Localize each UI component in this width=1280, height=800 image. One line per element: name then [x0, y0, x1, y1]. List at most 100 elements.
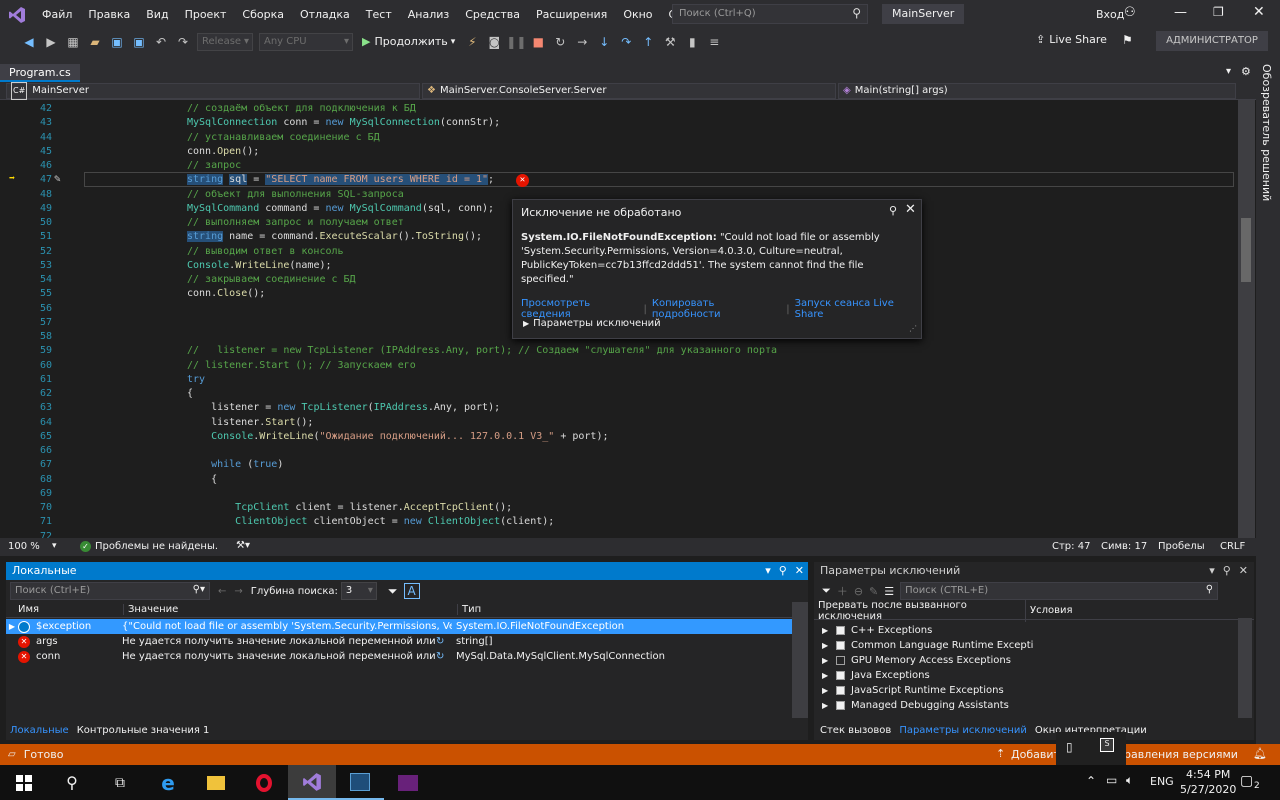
platform-select[interactable]: Any CPU	[259, 32, 353, 51]
screenshot-icon[interactable]: ◙	[485, 33, 503, 51]
exception-category[interactable]: ▶ Java Exceptions	[814, 668, 1254, 683]
menu-item[interactable]: Вид	[138, 0, 176, 29]
close-popup-button[interactable]: ✕	[905, 202, 916, 217]
zoom-dropdown-icon[interactable]: ▾	[52, 541, 57, 551]
search-icon[interactable]: ⚲	[48, 765, 96, 800]
file-explorer-icon[interactable]	[192, 765, 240, 800]
category-checkbox[interactable]	[836, 641, 845, 650]
remove-icon[interactable]: ⊖	[854, 585, 863, 598]
terminal-icon[interactable]	[384, 765, 432, 800]
exception-category[interactable]: ▶ GPU Memory Access Exceptions	[814, 653, 1254, 668]
opera-icon[interactable]	[240, 765, 288, 800]
menu-item[interactable]: Окно	[615, 0, 660, 29]
solution-explorer-tab[interactable]: Обозреватель решений	[1260, 64, 1273, 201]
bookmark-icon[interactable]: ▮	[683, 33, 701, 51]
code-line[interactable]: 60 // listener.Start (); // Запускаем его	[0, 359, 1230, 373]
resize-grip-icon[interactable]: ⋰	[909, 324, 917, 333]
continue-button[interactable]: ▶ Продолжить ▾	[362, 35, 455, 48]
code-line[interactable]: 43 MySqlConnection conn = new MySqlConnec…	[0, 116, 1230, 130]
gear-icon[interactable]: ⚙	[1241, 65, 1251, 78]
add-to-source-control-icon[interactable]: ⇡	[996, 747, 1005, 760]
code-line[interactable]: 69	[0, 487, 1230, 501]
code-line[interactable]: 70 TcpClient client = listener.AcceptTcp…	[0, 501, 1230, 515]
code-line[interactable]: 71 ClientObject clientObject = new Clien…	[0, 515, 1230, 529]
tray-chevron-icon[interactable]: ⌃	[1086, 774, 1096, 788]
code-line[interactable]: 61 try	[0, 373, 1230, 387]
search-back-icon[interactable]: ←	[218, 586, 226, 597]
code-line[interactable]: 63 listener = new TcpListener(IPAddress.…	[0, 401, 1230, 415]
zoom-level[interactable]: 100 %	[8, 541, 40, 552]
maximize-button[interactable]: ❐	[1213, 5, 1224, 19]
new-project-icon[interactable]: ▦	[64, 33, 82, 51]
live-share-session-link[interactable]: Запуск сеанса Live Share	[795, 298, 921, 320]
save-icon[interactable]: ▣	[108, 33, 126, 51]
exception-category[interactable]: ▶ Managed Debugging Assistants	[814, 698, 1254, 713]
editor-vertical-scrollbar[interactable]	[1238, 100, 1255, 538]
list-icon[interactable]: ☰	[884, 585, 894, 598]
task-view-icon[interactable]: ⧉	[96, 765, 144, 800]
clock-date[interactable]: 5/27/2020	[1180, 783, 1236, 796]
hot-reload-icon[interactable]: ⚡	[463, 33, 481, 51]
column-break-header[interactable]: Прервать после вызванного исключения	[814, 599, 1026, 622]
expand-triangle-icon[interactable]: ▶	[822, 623, 836, 638]
locals-search-box[interactable]: Поиск (Ctrl+E) ⚲▾	[10, 582, 210, 600]
forward-icon[interactable]: ▶	[42, 33, 60, 51]
exception-settings-expander[interactable]: ▶ Параметры исключений	[523, 318, 661, 329]
tab-dropdown-icon[interactable]: ▾	[1226, 66, 1231, 77]
comment-icon[interactable]: ≡	[705, 33, 723, 51]
tab-exception-settings[interactable]: Параметры исключений	[899, 725, 1027, 736]
app-tray-icon[interactable]: S	[1100, 738, 1114, 752]
code-line[interactable]: 64 listener.Start();	[0, 416, 1230, 430]
save-all-icon[interactable]: ▣	[130, 33, 148, 51]
clipboard-icon[interactable]: ▯	[1066, 740, 1073, 754]
column-name-header[interactable]: Имя	[6, 604, 124, 615]
stop-icon[interactable]: ■	[529, 33, 547, 51]
code-line[interactable]: 62 {	[0, 387, 1230, 401]
configuration-select[interactable]: Release	[197, 32, 253, 51]
language-indicator[interactable]: ENG	[1150, 775, 1174, 788]
windows-start-icon[interactable]	[0, 765, 48, 800]
diagnostic-icon[interactable]: ⚒	[661, 33, 679, 51]
code-line[interactable]: 42 // создаём объект для подключения к БД	[0, 102, 1230, 116]
solution-explorer-rail[interactable]: Обозреватель решений	[1256, 54, 1280, 744]
string-format-icon[interactable]: A	[403, 583, 420, 599]
account-icon[interactable]: ⚇	[1124, 5, 1136, 20]
menu-item[interactable]: Сборка	[234, 0, 292, 29]
refresh-icon[interactable]: ↻	[436, 634, 452, 649]
view-details-link[interactable]: Просмотреть сведения	[521, 298, 639, 320]
search-icon[interactable]: ⚲	[1206, 584, 1213, 595]
locals-scrollbar[interactable]	[792, 602, 808, 718]
pause-icon[interactable]: ❚❚	[506, 33, 526, 51]
search-input[interactable]: Поиск (Ctrl+Q)	[679, 8, 756, 19]
expand-triangle-icon[interactable]: ▶	[822, 683, 836, 698]
search-box[interactable]: Поиск (Ctrl+Q) ⚲	[672, 4, 868, 24]
pin-icon[interactable]: ⚲	[889, 204, 897, 217]
expand-triangle-icon[interactable]: ▶	[822, 668, 836, 683]
column-type-header[interactable]: Тип	[458, 604, 481, 615]
class-dropdown[interactable]: ❖ MainServer.ConsoleServer.Server	[422, 83, 836, 99]
volume-icon[interactable]: 🔈︎	[1126, 773, 1133, 788]
exception-category[interactable]: ▶ C++ Exceptions	[814, 623, 1254, 638]
category-checkbox[interactable]	[836, 671, 845, 680]
copy-details-link[interactable]: Копировать подробности	[652, 298, 781, 320]
expand-triangle-icon[interactable]: ▶	[822, 698, 836, 713]
tab-locals[interactable]: Локальные	[6, 725, 69, 736]
restart-icon[interactable]: ↻	[551, 33, 569, 51]
back-icon[interactable]: ◀	[20, 33, 38, 51]
exception-category[interactable]: ▶ JavaScript Runtime Exceptions	[814, 683, 1254, 698]
step-over-icon[interactable]: ↷	[617, 33, 635, 51]
expand-triangle-icon[interactable]: ▶	[822, 653, 836, 668]
table-row[interactable]: ▶ $exception {"Could not load file or as…	[6, 619, 808, 634]
code-cleanup-icon[interactable]: ⚒▾	[236, 540, 250, 551]
feedback-icon[interactable]: ⚑	[1122, 33, 1133, 47]
search-icon[interactable]: ⚲▾	[193, 584, 205, 595]
visual-studio-icon[interactable]	[288, 765, 336, 800]
menu-item[interactable]: Расширения	[528, 0, 615, 29]
open-folder-icon[interactable]: ▰	[86, 33, 104, 51]
scrollbar-thumb[interactable]	[1241, 218, 1251, 282]
pin-icon[interactable]: ⚲	[1223, 562, 1231, 580]
edge-icon[interactable]: e	[144, 765, 192, 800]
project-dropdown[interactable]: C# MainServer	[6, 82, 420, 100]
source-control-label[interactable]: равления версиями	[1124, 748, 1238, 761]
expand-triangle-icon[interactable]: ▶	[6, 619, 18, 634]
